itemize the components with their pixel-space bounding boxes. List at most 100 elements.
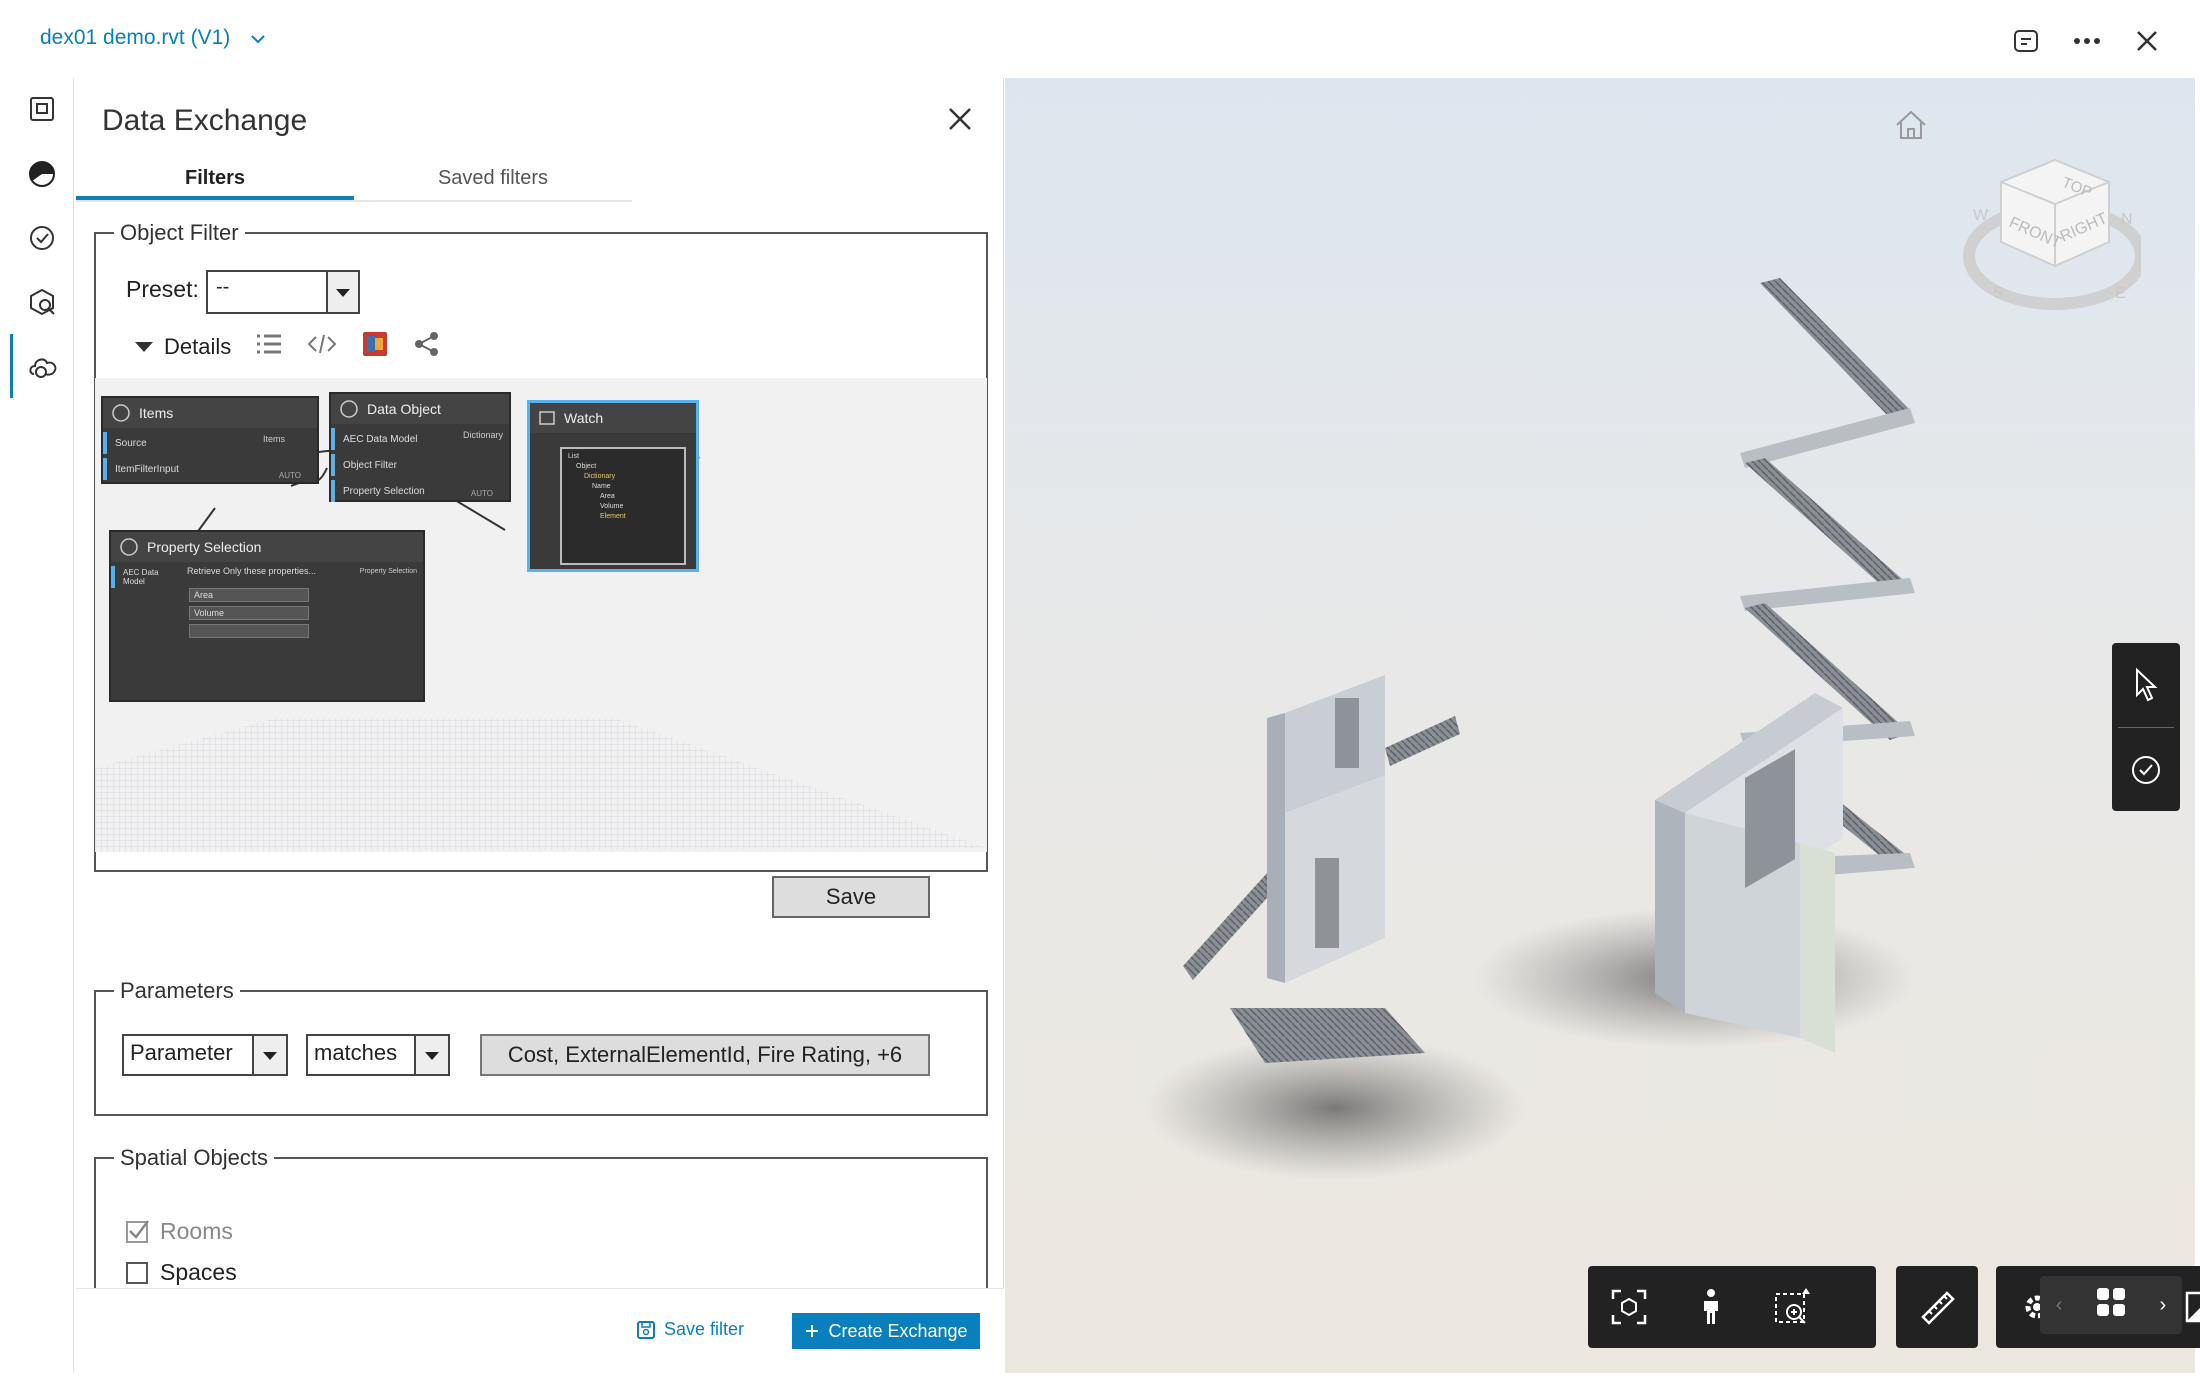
- preset-select[interactable]: --: [206, 270, 360, 314]
- watch-tree[interactable]: List Object Dictionary Name Area Volume …: [560, 447, 686, 565]
- caret-down-icon: [135, 342, 153, 352]
- zoom-window-icon[interactable]: [1752, 1266, 1834, 1348]
- items-status: AUTO: [278, 471, 301, 480]
- fit-to-view-icon[interactable]: [1588, 1266, 1670, 1348]
- issues-check-icon[interactable]: [10, 206, 74, 270]
- more-options-icon[interactable]: [2070, 24, 2104, 58]
- spaces-checkbox[interactable]: Spaces: [126, 1259, 237, 1286]
- details-toggle[interactable]: Details: [134, 334, 231, 360]
- check-circle-icon[interactable]: [2112, 728, 2180, 812]
- checkbox-unchecked-icon[interactable]: [126, 1261, 148, 1284]
- watch-line: Object: [576, 463, 597, 470]
- object-filter-legend: Object Filter: [120, 220, 239, 245]
- items-node-title: Items: [139, 405, 174, 421]
- watch-line: Dictionary: [584, 473, 616, 480]
- first-person-icon[interactable]: [1670, 1266, 1752, 1348]
- plus-icon: [806, 1325, 819, 1337]
- file-name: dex01 demo.rvt: [40, 26, 185, 49]
- items-node[interactable]: Items Source ItemFilterInput Items AUTO: [101, 396, 319, 484]
- parameter-operator-value: matches: [314, 1040, 398, 1065]
- grid-views-icon[interactable]: [2094, 1285, 2128, 1325]
- select-cursor-icon[interactable]: [2112, 643, 2180, 727]
- tab-filters[interactable]: Filters: [76, 156, 354, 200]
- preset-value: --: [216, 276, 230, 298]
- panel-tabs: Filters Saved filters: [76, 156, 632, 202]
- chevron-right-icon[interactable]: ›: [2160, 1294, 2167, 1317]
- node-icon: [112, 404, 130, 422]
- save-button[interactable]: Save: [772, 876, 930, 918]
- spaces-label: Spaces: [160, 1259, 237, 1285]
- property-port-aec[interactable]: AEC Data Model: [111, 566, 177, 588]
- watch-node[interactable]: Watch List Object Dictionary Name Area V…: [527, 400, 699, 572]
- rooms-checkbox[interactable]: Rooms: [126, 1218, 233, 1245]
- watch-line: Name: [592, 483, 611, 490]
- create-exchange-button[interactable]: Create Exchange: [792, 1313, 980, 1349]
- property-row[interactable]: Volume: [189, 606, 309, 620]
- top-actions: [2010, 24, 2164, 58]
- property-caption: Retrieve Only these properties...: [187, 566, 317, 576]
- watch-line: Area: [600, 493, 615, 500]
- measure-toolbar: [1896, 1266, 1978, 1348]
- data-object-port-property[interactable]: Property Selection: [331, 480, 451, 502]
- chevron-down-icon[interactable]: [250, 26, 266, 50]
- model-search-icon[interactable]: [10, 270, 74, 334]
- property-row-value: Volume: [194, 608, 225, 618]
- watch-line: Volume: [600, 503, 624, 510]
- panel-footer: Save filter Create Exchange: [76, 1288, 1004, 1373]
- file-version: (V1): [190, 26, 231, 49]
- building-model[interactable]: [1005, 78, 2195, 1373]
- dropdown-arrow-icon[interactable]: [414, 1036, 448, 1074]
- parameter-values-button[interactable]: Cost, ExternalElementId, Fire Rating, +6: [480, 1034, 930, 1076]
- preset-label: Preset:: [126, 276, 199, 302]
- data-exchange-icon[interactable]: [10, 334, 74, 398]
- measure-ruler-icon[interactable]: [1896, 1266, 1978, 1348]
- data-object-port-filter[interactable]: Object Filter: [331, 454, 451, 476]
- data-object-status: AUTO: [470, 489, 493, 498]
- code-icon[interactable]: [307, 333, 337, 361]
- file-title[interactable]: dex01 demo.rvt (V1): [40, 26, 266, 50]
- parameter-field-value: Parameter: [130, 1040, 233, 1065]
- save-filter-link[interactable]: Save filter: [636, 1319, 744, 1340]
- watch-icon: [539, 411, 555, 425]
- model-viewer[interactable]: TOP FRONT RIGHT N W S E: [1005, 78, 2195, 1373]
- share-icon[interactable]: [413, 331, 441, 363]
- property-row[interactable]: [189, 624, 309, 638]
- chevron-left-icon[interactable]: ‹: [2056, 1294, 2063, 1317]
- save-disk-icon: [637, 1320, 655, 1339]
- items-output[interactable]: Items: [263, 434, 285, 444]
- property-row-value: Area: [194, 590, 214, 600]
- dropdown-arrow-icon[interactable]: [326, 272, 358, 312]
- close-icon[interactable]: [947, 106, 977, 136]
- data-object-port-aec[interactable]: AEC Data Model: [331, 428, 451, 450]
- property-node-title: Property Selection: [147, 539, 262, 555]
- dropdown-arrow-icon[interactable]: [252, 1036, 286, 1074]
- list-icon[interactable]: [255, 333, 283, 361]
- compare-icon[interactable]: [2010, 24, 2044, 58]
- property-output[interactable]: Property Selection: [360, 568, 417, 575]
- items-port-filter-input[interactable]: ItemFilterInput: [103, 458, 243, 480]
- pie-model-icon[interactable]: [10, 142, 74, 206]
- parameter-field-select[interactable]: Parameter: [122, 1034, 288, 1076]
- close-icon[interactable]: [2130, 24, 2164, 58]
- data-object-node[interactable]: Data Object AEC Data Model Object Filter…: [329, 392, 511, 502]
- parameter-operator-select[interactable]: matches: [306, 1034, 450, 1076]
- left-rail: [10, 78, 74, 1373]
- parameters-legend: Parameters: [120, 978, 234, 1003]
- create-exchange-label: Create Exchange: [828, 1320, 968, 1341]
- sheets-icon[interactable]: [10, 78, 74, 142]
- data-object-output[interactable]: Dictionary: [463, 430, 503, 440]
- tab-saved-filters[interactable]: Saved filters: [354, 156, 632, 200]
- dynamo-graph-canvas[interactable]: Items Source ItemFilterInput Items AUTO …: [95, 378, 987, 852]
- node-icon: [120, 538, 138, 556]
- panel-title: Data Exchange: [102, 104, 308, 137]
- top-bar: dex01 demo.rvt (V1): [0, 0, 2200, 78]
- checkbox-checked-icon[interactable]: [126, 1219, 149, 1243]
- property-row[interactable]: Area: [189, 588, 309, 602]
- dynamo-icon[interactable]: [361, 330, 389, 364]
- details-label: Details: [164, 334, 232, 359]
- property-selection-node[interactable]: Property Selection AEC Data Model Retrie…: [109, 530, 425, 702]
- items-port-source[interactable]: Source: [103, 432, 243, 454]
- rooms-label: Rooms: [160, 1218, 233, 1244]
- navigation-toolbar: [1588, 1266, 1876, 1348]
- save-filter-label: Save filter: [664, 1319, 745, 1339]
